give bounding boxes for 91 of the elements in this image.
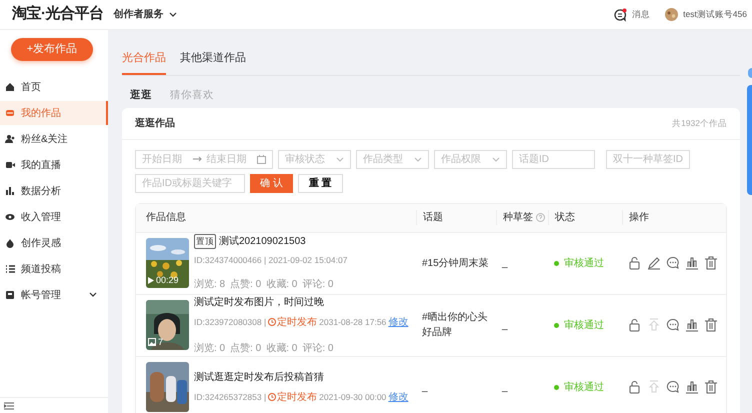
bar-chart-icon xyxy=(5,186,15,196)
work-title: 测试定时发布图片，时间过晚 xyxy=(194,296,324,310)
comment-icon[interactable] xyxy=(666,256,680,270)
subtab[interactable]: 逛逛 xyxy=(130,84,152,108)
edit-icon[interactable] xyxy=(647,256,661,270)
video-duration: 00:29 xyxy=(156,274,179,286)
trash-icon[interactable] xyxy=(704,318,718,332)
status-text: 审核通过 xyxy=(554,318,622,332)
trash-icon[interactable] xyxy=(704,256,718,270)
chevron-down-icon xyxy=(336,156,344,162)
input-field[interactable]: 双十一种草签ID xyxy=(606,150,690,168)
topic-text: #晒出你的心头好品牌 xyxy=(422,312,488,338)
bar-chart-icon[interactable] xyxy=(685,318,699,332)
chevron-down-icon xyxy=(414,156,422,162)
collapse-icon xyxy=(4,402,14,410)
work-title: 测试逛逛定时发布后投稿首猜 xyxy=(194,370,324,384)
topic-text: #15分钟周末菜 xyxy=(422,258,489,268)
bar-chart-icon[interactable] xyxy=(685,256,699,270)
clock-icon xyxy=(268,318,276,326)
stat-text: 点赞: 0 xyxy=(230,278,262,292)
image-count: 7 xyxy=(158,336,164,348)
card-title: 逛逛作品 xyxy=(135,116,175,130)
unlock-icon[interactable] xyxy=(628,256,642,270)
work-id: ID:323972080308 | xyxy=(194,316,266,328)
stat-text: 点赞: 0 xyxy=(230,342,262,356)
tag-text: _ xyxy=(502,382,508,392)
user-icon xyxy=(5,134,15,144)
arrow-right-icon xyxy=(192,156,202,162)
column-header: 状态 xyxy=(555,210,575,225)
sidebar-item[interactable]: 收入管理 xyxy=(0,205,108,229)
stat-text: 收藏: 0 xyxy=(266,278,298,292)
column-header: 种草签 xyxy=(503,210,533,225)
unlock-icon[interactable] xyxy=(628,318,642,332)
column-header: 话题 xyxy=(423,210,443,225)
tab[interactable]: 其他渠道作品 xyxy=(180,50,246,74)
schedule-label: 定时发布 xyxy=(277,316,318,330)
topic-text: _ xyxy=(422,382,428,392)
side-handle[interactable] xyxy=(748,68,752,78)
sidebar-item[interactable]: 我的直播 xyxy=(0,153,108,177)
sidebar-item[interactable]: 数据分析 xyxy=(0,179,108,203)
video-icon xyxy=(5,160,15,170)
service-menu[interactable]: 创作者服务 xyxy=(114,7,176,22)
tag-text: _ xyxy=(502,320,508,330)
image-icon xyxy=(148,338,156,346)
pinned-tag: 置顶 xyxy=(194,234,216,248)
bar-chart-icon[interactable] xyxy=(685,380,699,394)
sidebar-item[interactable]: 频道投稿 xyxy=(0,257,108,281)
input-field[interactable]: 话题ID xyxy=(512,150,595,168)
sidebar-item[interactable]: 首页 xyxy=(0,75,108,99)
calendar-icon xyxy=(257,154,266,164)
eye-icon xyxy=(5,212,15,222)
sidebar-item[interactable]: 帐号管理 xyxy=(0,283,108,307)
schedule-time: 2031-08-28 17:56 xyxy=(319,316,386,328)
stat-text: 收藏: 0 xyxy=(266,342,298,356)
tag-text: _ xyxy=(502,258,508,268)
status-text: 审核通过 xyxy=(554,380,622,394)
account-name[interactable]: test测试账号456 xyxy=(683,8,747,21)
chevron-down-icon xyxy=(492,156,500,162)
avatar xyxy=(665,8,678,21)
play-icon xyxy=(148,276,154,284)
schedule-time: 2021-09-30 00:00 xyxy=(319,390,386,404)
messages-link[interactable]: 消息 xyxy=(632,8,650,21)
stat-text: 评论: 0 xyxy=(302,278,334,292)
stat-text: 浏览: 8 xyxy=(194,278,226,292)
schedule-label: 定时发布 xyxy=(277,390,318,404)
stat-text: 浏览: 0 xyxy=(194,342,226,356)
home-icon xyxy=(5,82,15,92)
trash-icon[interactable] xyxy=(704,380,718,394)
stack-icon xyxy=(5,108,15,118)
stat-text: 评论: 0 xyxy=(302,342,334,356)
total-count: 共1932个作品 xyxy=(672,116,727,130)
list-icon xyxy=(5,264,15,274)
work-id: ID:324374000466 | 2021-09-02 15:04:07 xyxy=(194,254,348,266)
search-field[interactable]: 作品ID或标题关键字 xyxy=(135,174,245,192)
status-text: 审核通过 xyxy=(554,256,622,270)
id-card-icon xyxy=(5,290,15,300)
comment-icon[interactable] xyxy=(666,318,680,332)
column-header: 操作 xyxy=(629,211,649,225)
work-title: 测试202109021503 xyxy=(219,234,306,249)
chevron-down-icon xyxy=(168,12,176,18)
unlock-icon[interactable] xyxy=(628,380,642,394)
sidebar-item[interactable]: 创作灵感 xyxy=(0,231,108,255)
clock-icon xyxy=(268,393,276,401)
reset-button[interactable]: 重 置 xyxy=(298,174,343,192)
comment-icon[interactable] xyxy=(666,380,680,394)
column-header: 作品信息 xyxy=(146,210,186,225)
help-icon xyxy=(536,213,544,222)
work-id: ID:324265372853 | xyxy=(194,390,266,404)
drop-icon xyxy=(5,238,15,248)
logo: 淘宝·光合平台 xyxy=(12,4,104,24)
sidebar-item[interactable]: 粉丝&关注 xyxy=(0,127,108,151)
